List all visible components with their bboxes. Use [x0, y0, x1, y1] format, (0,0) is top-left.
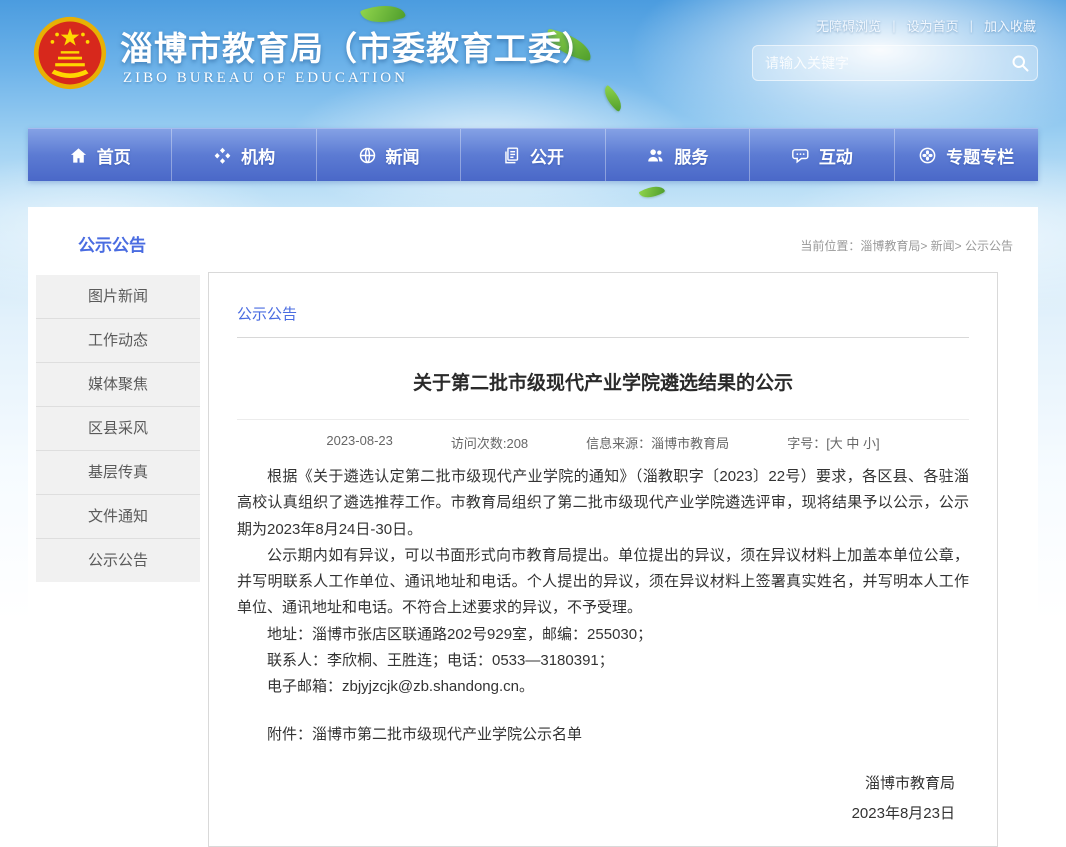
article-body: 根据《关于遴选认定第二批市级现代产业学院的通知》（淄教职字〔2023〕22号）要…	[237, 464, 969, 829]
petal-circle-icon	[918, 146, 937, 165]
home-icon	[69, 146, 88, 165]
contact-info: 地址：淄博市张店区联通路202号929室，邮编：255030； 联系人：李欣桐、…	[237, 622, 969, 701]
link-divider: |	[970, 18, 973, 33]
search-icon[interactable]	[1003, 46, 1037, 80]
article-category-label[interactable]: 公示公告	[237, 303, 969, 324]
sidebar-item-picture-news[interactable]: 图片新闻	[36, 275, 200, 319]
search-input[interactable]	[753, 55, 1003, 71]
sidebar-item-public-announcements[interactable]: 公示公告	[36, 539, 200, 582]
site-header: 淄博市教育局（市委教育工委） ZIBO BUREAU OF EDUCATION …	[0, 0, 1066, 128]
nav-item-home[interactable]: 首页	[28, 129, 171, 181]
divider	[237, 337, 969, 338]
main-panel: 公示公告 当前位置：淄博教育局> 新闻> 公示公告 图片新闻 工作动态 媒体聚焦…	[28, 207, 1038, 847]
paragraph: 公示期内如有异议，可以书面形式向市教育局提出。单位提出的异议，须在异议材料上加盖…	[237, 543, 969, 622]
contact-persons: 联系人：李欣桐、王胜连；电话：0533—3180391；	[237, 648, 969, 674]
nav-label: 首页	[97, 143, 131, 168]
sidebar-item-district-county[interactable]: 区县采风	[36, 407, 200, 451]
set-homepage-link[interactable]: 设为首页	[907, 16, 959, 35]
nav-label: 专题专栏	[946, 143, 1014, 168]
signature-date: 2023年8月23日	[237, 799, 955, 829]
contact-address: 地址：淄博市张店区联通路202号929室，邮编：255030；	[237, 622, 969, 648]
nav-item-news[interactable]: 新闻	[316, 129, 460, 181]
paragraph: 根据《关于遴选认定第二批市级现代产业学院的通知》（淄教职字〔2023〕22号）要…	[237, 464, 969, 543]
sidebar-item-grassroots[interactable]: 基层传真	[36, 451, 200, 495]
sidebar-menu: 图片新闻 工作动态 媒体聚焦 区县采风 基层传真 文件通知 公示公告	[36, 275, 200, 582]
site-subtitle: ZIBO BUREAU OF EDUCATION	[123, 70, 408, 87]
sidebar-item-media-focus[interactable]: 媒体聚焦	[36, 363, 200, 407]
nav-label: 公开	[530, 143, 564, 168]
nav-item-disclosure[interactable]: 公开	[460, 129, 604, 181]
nav-item-services[interactable]: 服务	[605, 129, 749, 181]
site-title: 淄博市教育局（市委教育工委）	[120, 22, 596, 70]
site-search	[752, 45, 1038, 81]
nav-label: 互动	[819, 143, 853, 168]
nav-label: 新闻	[386, 143, 420, 168]
people-icon	[646, 146, 665, 165]
article-title: 关于第二批市级现代产业学院遴选结果的公示	[237, 368, 969, 395]
main-nav: 首页 机构 新闻 公开 服务 互动 专题专栏	[28, 128, 1038, 181]
contact-email: 电子邮箱：zbjyjzcjk@zb.shandong.cn。	[237, 674, 969, 700]
nav-item-organization[interactable]: 机构	[171, 129, 315, 181]
signature-org: 淄博市教育局	[237, 769, 955, 799]
visit-count: 访问次数:208	[451, 433, 528, 452]
chat-icon	[791, 146, 810, 165]
article-container: 公示公告 关于第二批市级现代产业学院遴选结果的公示 2023-08-23 访问次…	[208, 272, 998, 847]
font-size-control[interactable]: 字号：[大 中 小]	[787, 433, 879, 452]
article-meta: 2023-08-23 访问次数:208 信息来源：淄博市教育局 字号：[大 中 …	[237, 419, 969, 452]
leaf-decoration	[639, 181, 666, 203]
attachment-link[interactable]: 附件：淄博市第二批市级现代产业学院公示名单	[237, 722, 969, 748]
add-favorite-link[interactable]: 加入收藏	[984, 16, 1036, 35]
globe-icon	[358, 146, 377, 165]
link-divider: |	[892, 18, 895, 33]
sidebar-item-work-dynamics[interactable]: 工作动态	[36, 319, 200, 363]
documents-icon	[502, 146, 521, 165]
breadcrumb[interactable]: 当前位置：淄博教育局> 新闻> 公示公告	[800, 237, 1013, 254]
sidebar-item-documents-notices[interactable]: 文件通知	[36, 495, 200, 539]
signature-block: 淄博市教育局 2023年8月23日	[237, 769, 969, 829]
national-emblem-logo	[33, 16, 107, 90]
publish-date: 2023-08-23	[326, 433, 393, 452]
nav-label: 服务	[674, 143, 708, 168]
utility-links: 无障碍浏览 | 设为首页 | 加入收藏	[816, 16, 1036, 35]
nav-item-interaction[interactable]: 互动	[749, 129, 893, 181]
info-source: 信息来源：淄博市教育局	[586, 433, 729, 452]
org-icon	[213, 146, 232, 165]
accessibility-link[interactable]: 无障碍浏览	[816, 16, 881, 35]
page-title: 公示公告	[78, 231, 146, 256]
nav-item-special-columns[interactable]: 专题专栏	[894, 129, 1038, 181]
page: 淄博市教育局（市委教育工委） ZIBO BUREAU OF EDUCATION …	[0, 0, 1066, 847]
nav-label: 机构	[241, 143, 275, 168]
